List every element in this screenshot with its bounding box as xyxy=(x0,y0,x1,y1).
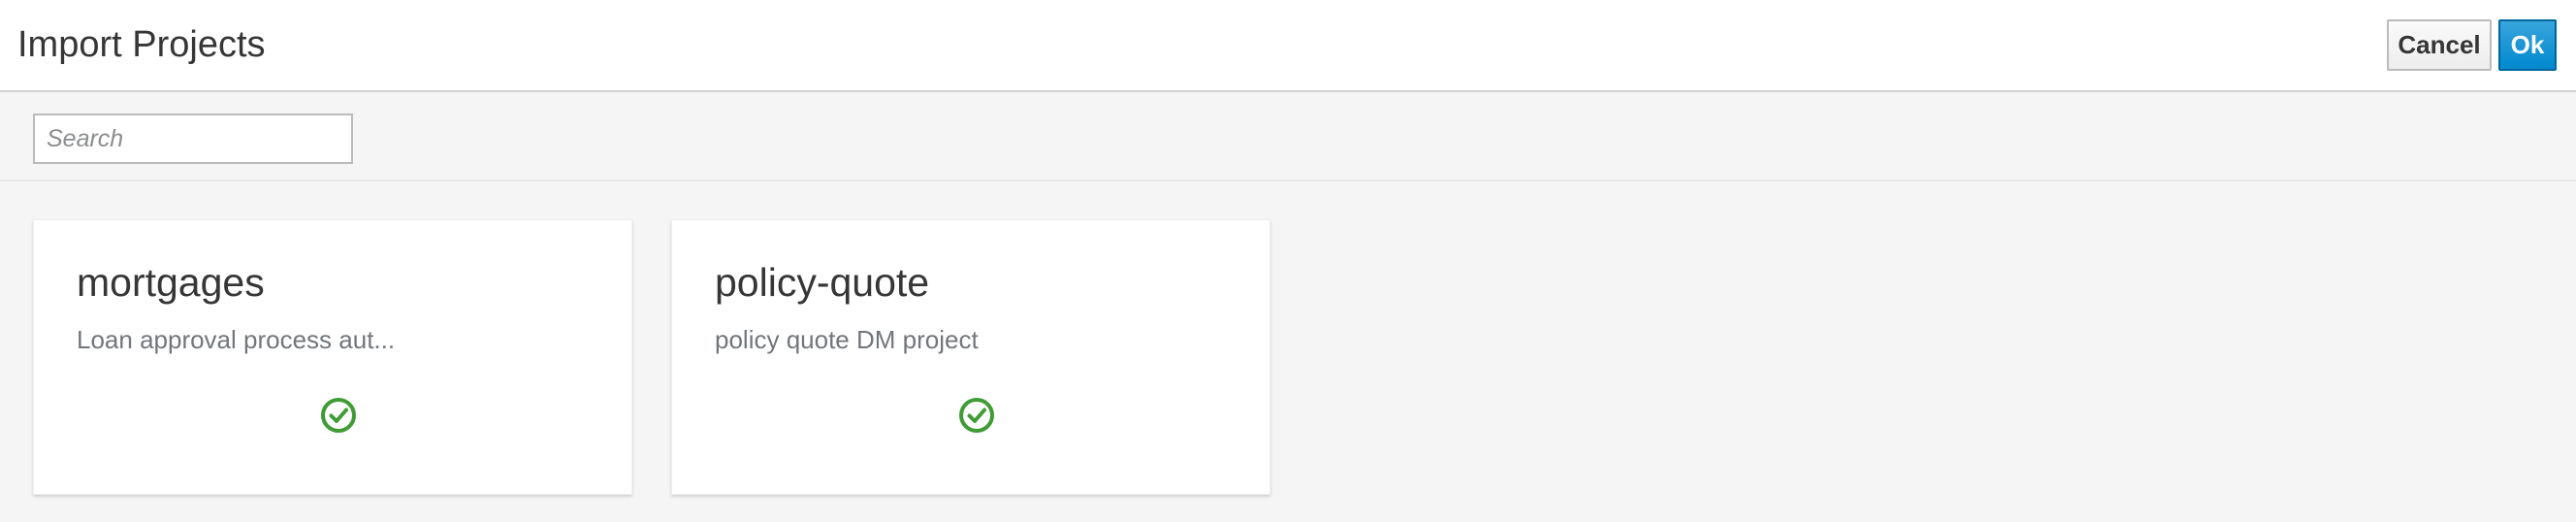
project-card-status xyxy=(34,396,631,435)
page-title: Import Projects xyxy=(17,24,266,65)
cancel-button[interactable]: Cancel xyxy=(2387,19,2492,71)
project-card-description: policy quote DM project xyxy=(715,325,979,354)
project-card-policy-quote[interactable]: policy-quote policy quote DM project xyxy=(671,219,1271,495)
project-card-title: mortgages xyxy=(77,260,265,305)
modal-header: Import Projects Cancel Ok xyxy=(0,0,2576,92)
check-circle-icon xyxy=(957,396,996,435)
toolbar xyxy=(0,94,2576,181)
project-card-mortgages[interactable]: mortgages Loan approval process aut... xyxy=(33,219,632,495)
ok-button[interactable]: Ok xyxy=(2498,19,2557,71)
search-input[interactable] xyxy=(33,114,353,164)
project-card-description: Loan approval process aut... xyxy=(77,325,396,354)
check-circle-icon xyxy=(319,396,358,435)
project-card-status xyxy=(672,396,1270,435)
project-card-title: policy-quote xyxy=(715,260,930,305)
project-card-list: mortgages Loan approval process aut... p… xyxy=(0,183,2576,522)
